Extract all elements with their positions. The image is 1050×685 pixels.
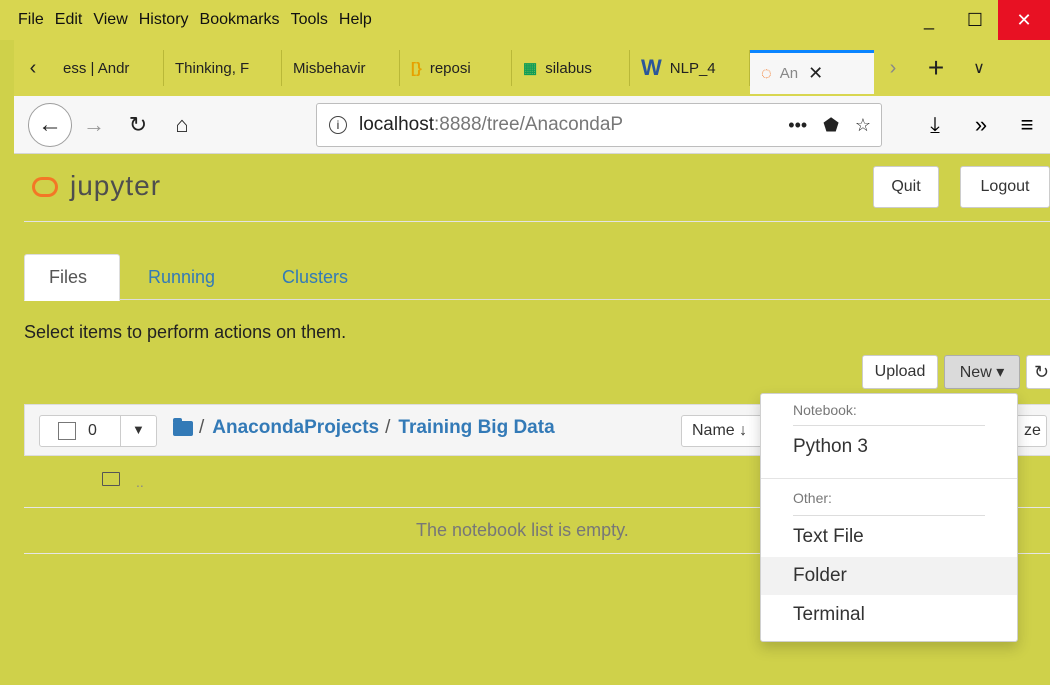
browser-tab[interactable]: Misbehavir: [282, 50, 400, 86]
reload-icon[interactable]: ↻: [116, 112, 160, 138]
url-path: :8888/tree/AnacondaP: [434, 114, 624, 135]
navigation-toolbar: ← → ↻ ⌂ i localhost:8888/tree/AnacondaP …: [14, 96, 1050, 154]
folder-outline-icon: [102, 472, 120, 486]
menu-item-folder[interactable]: Folder: [761, 557, 1017, 595]
download-icon[interactable]: ⤓: [912, 112, 958, 138]
menu-help[interactable]: Help: [339, 11, 372, 29]
browser-tab[interactable]: [} reposi: [400, 50, 512, 86]
tab-scroll-right-icon[interactable]: ›: [874, 57, 912, 80]
new-button[interactable]: New ▾: [944, 355, 1020, 389]
tab-label: Misbehavir: [293, 59, 366, 77]
browser-tab[interactable]: Thinking, F: [164, 50, 282, 86]
refresh-icon[interactable]: ↻: [1026, 355, 1050, 389]
menu-tools[interactable]: Tools: [291, 11, 328, 29]
parent-dir-label: ..: [136, 474, 144, 490]
upload-button[interactable]: Upload: [862, 355, 938, 389]
breadcrumb-anacondaprojects[interactable]: AnacondaProjects: [212, 417, 379, 439]
menu-bookmarks[interactable]: Bookmarks: [200, 11, 280, 29]
tab-label: ess | Andr: [63, 59, 130, 77]
url-host: localhost: [359, 114, 434, 135]
selected-count: 0: [88, 422, 97, 439]
close-window-button[interactable]: ✕: [998, 0, 1050, 40]
menu-item-terminal[interactable]: Terminal: [761, 596, 1017, 634]
menu-history[interactable]: History: [139, 11, 189, 29]
pocket-icon[interactable]: ⬟: [823, 115, 839, 136]
bookmark-star-icon[interactable]: ☆: [855, 115, 871, 136]
toolbar-right: ⤓ » ≡: [912, 96, 1050, 154]
menu-edit[interactable]: Edit: [55, 11, 83, 29]
menu-item-python3[interactable]: Python 3: [761, 428, 1017, 466]
menu-bar: File Edit View History Bookmarks Tools H…: [0, 0, 1050, 40]
select-all-checkbox[interactable]: [58, 422, 76, 440]
tab-scroll-left-icon[interactable]: ‹: [14, 57, 52, 80]
menu-item-text-file[interactable]: Text File: [761, 518, 1017, 556]
jupyter-header: jupyter Quit Logout: [24, 154, 1050, 222]
breadcrumb-training-big-data[interactable]: Training Big Data: [398, 417, 554, 439]
select-items-message: Select items to perform actions on them.: [24, 322, 347, 342]
overflow-icon[interactable]: »: [958, 112, 1004, 138]
spreadsheet-icon: ▦: [523, 60, 538, 77]
quit-button[interactable]: Quit: [873, 166, 939, 208]
logo-text: jupyter: [70, 170, 162, 201]
word-doc-icon: W: [641, 55, 662, 80]
close-tab-icon[interactable]: ✕: [808, 63, 823, 84]
home-icon[interactable]: ⌂: [160, 112, 204, 138]
url-bar[interactable]: i localhost:8888/tree/AnacondaP ••• ⬟ ☆: [316, 103, 882, 147]
site-info-icon[interactable]: i: [329, 116, 347, 134]
tab-label: reposi: [429, 59, 471, 77]
hamburger-menu-icon[interactable]: ≡: [1004, 112, 1050, 138]
breadcrumb: / AnacondaProjects / Training Big Data: [173, 417, 555, 439]
folder-icon[interactable]: [173, 417, 193, 436]
tab-label: NLP_4: [669, 59, 716, 77]
new-dropdown-menu: Notebook: Python 3 Other: Text File Fold…: [760, 393, 1018, 642]
tab-running[interactable]: Running: [148, 254, 215, 300]
other-header: Other:: [793, 490, 832, 506]
sort-size-button[interactable]: ze: [1015, 415, 1047, 447]
jupyter-tabs: Files Running Clusters: [24, 254, 1050, 301]
tab-files[interactable]: Files: [24, 254, 120, 301]
list-tabs-icon[interactable]: ∨: [960, 58, 998, 78]
tab-clusters[interactable]: Clusters: [282, 254, 348, 300]
sort-name-button[interactable]: Name ↓: [681, 415, 763, 447]
window-controls: _ ☐ ✕: [906, 0, 1050, 40]
menu-file[interactable]: File: [18, 11, 44, 29]
maximize-button[interactable]: ☐: [952, 0, 998, 40]
back-icon[interactable]: ←: [28, 102, 72, 147]
url-actions: ••• ⬟ ☆: [772, 104, 871, 146]
jupyter-logo-icon: [32, 171, 60, 201]
tab-label: An: [779, 65, 799, 82]
notebook-header: Notebook:: [793, 402, 857, 418]
forward-icon[interactable]: →: [72, 112, 116, 138]
minimize-button[interactable]: _: [906, 0, 952, 40]
tab-label: silabus: [545, 59, 592, 77]
code-bracket-icon: [}: [411, 59, 422, 77]
menu-view[interactable]: View: [93, 11, 127, 29]
tab-label: Thinking, F: [175, 59, 250, 77]
browser-tab-active[interactable]: ◌ An ✕: [750, 50, 874, 94]
jupyter-logo[interactable]: jupyter: [32, 170, 161, 202]
page-actions-icon[interactable]: •••: [788, 115, 807, 136]
select-all-control[interactable]: 0 ▼: [39, 415, 157, 447]
logout-button[interactable]: Logout: [960, 166, 1050, 208]
browser-tab-strip: ‹ ess | Andr Thinking, F Misbehavir [} re…: [14, 40, 1050, 96]
browser-tab[interactable]: W NLP_4: [630, 50, 750, 86]
browser-tab[interactable]: ess | Andr: [52, 50, 164, 86]
jupyter-icon: ◌: [761, 63, 772, 83]
empty-list-message: The notebook list is empty.: [416, 520, 629, 540]
browser-tab[interactable]: ▦ silabus: [512, 50, 630, 86]
new-tab-icon[interactable]: +: [912, 52, 960, 84]
chevron-down-icon[interactable]: ▼: [132, 422, 145, 437]
